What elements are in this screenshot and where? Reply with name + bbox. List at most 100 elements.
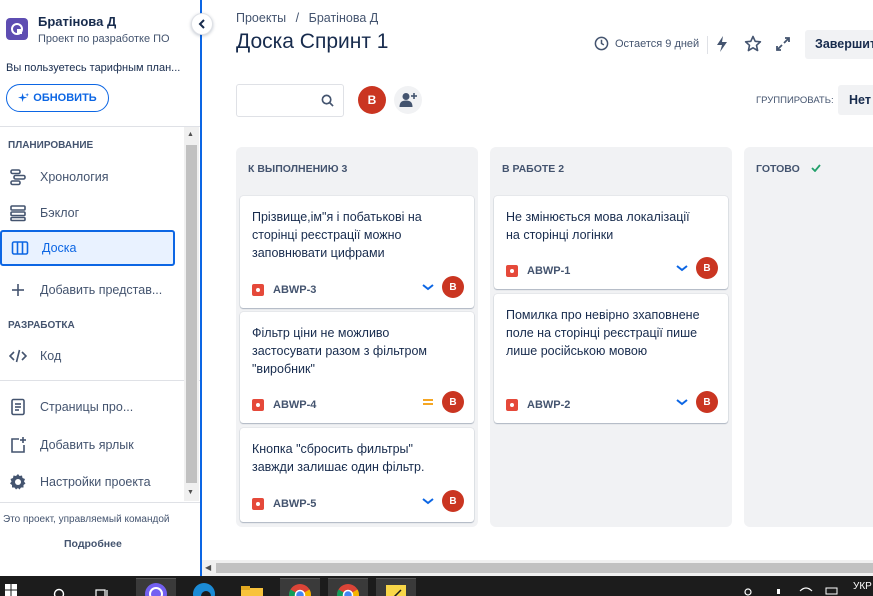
bug-icon bbox=[506, 265, 518, 277]
assignee-avatar[interactable]: В bbox=[696, 257, 718, 279]
priority-low-icon bbox=[676, 264, 688, 272]
board-scroll-thumb[interactable] bbox=[216, 563, 873, 573]
chrome-app-icon[interactable] bbox=[280, 578, 320, 596]
project-subtitle: Проект по разработке ПО bbox=[38, 33, 170, 45]
nav-label: Добавить ярлык bbox=[40, 438, 134, 452]
breadcrumb-project[interactable]: Братінова Д bbox=[309, 11, 379, 25]
priority-low-icon bbox=[422, 497, 434, 505]
divider bbox=[0, 126, 200, 127]
assignee-filter-avatar[interactable]: В bbox=[358, 86, 386, 114]
issue-key[interactable]: ABWP-5 bbox=[273, 498, 316, 510]
star-icon[interactable] bbox=[743, 34, 763, 54]
sidebar-border[interactable] bbox=[200, 0, 202, 576]
nav-label: Хронология bbox=[40, 170, 109, 184]
planning-section-title: ПЛАНИРОВАНИЕ bbox=[8, 140, 94, 151]
fullscreen-icon[interactable] bbox=[773, 34, 793, 54]
group-by-select[interactable]: Нет bbox=[838, 85, 873, 115]
plus-icon bbox=[8, 280, 28, 300]
collapse-sidebar-button[interactable] bbox=[191, 13, 213, 35]
board-icon bbox=[10, 238, 30, 258]
board-horizontal-scrollbar[interactable]: ◀ bbox=[202, 560, 873, 576]
bug-icon bbox=[506, 399, 518, 411]
time-left-label: Остается 9 дней bbox=[615, 37, 700, 50]
os-taskbar: УКР bbox=[0, 576, 873, 596]
sidebar-scrollbar[interactable]: ▲ ▼ bbox=[184, 127, 199, 501]
timeline-icon bbox=[8, 167, 28, 187]
nav-item-add-view[interactable]: Добавить представ... bbox=[0, 273, 175, 307]
issue-card[interactable]: Кнопка "сбросить фильтры" завжди залишає… bbox=[240, 428, 474, 522]
input-language-indicator[interactable]: УКР bbox=[853, 581, 872, 592]
breadcrumb-separator: / bbox=[295, 11, 300, 25]
nav-item-pages[interactable]: Страницы про... bbox=[0, 390, 175, 424]
nav-label: Код bbox=[40, 349, 62, 363]
assignee-avatar[interactable]: В bbox=[442, 490, 464, 512]
bug-icon bbox=[252, 498, 264, 510]
scroll-up-icon[interactable]: ▲ bbox=[187, 131, 194, 138]
project-name: Братінова Д bbox=[38, 14, 117, 29]
issue-summary: Помилка про невірно зхаповнене поле на с… bbox=[506, 308, 700, 358]
wifi-tray-icon[interactable] bbox=[796, 578, 816, 596]
sticky-notes-icon[interactable] bbox=[376, 578, 416, 596]
page-icon bbox=[8, 397, 28, 417]
battery-tray-icon[interactable] bbox=[822, 578, 842, 596]
issue-card[interactable]: Фільтр ціни не можливо застосувати разом… bbox=[240, 312, 474, 423]
nav-item-settings[interactable]: Настройки проекта bbox=[0, 465, 175, 499]
plan-notice: Вы пользуетесь тарифным план... bbox=[6, 62, 181, 74]
project-header[interactable]: Братінова Д Проект по разработке ПО bbox=[6, 14, 170, 45]
edge-app-icon[interactable] bbox=[184, 578, 224, 596]
breadcrumb: Проекты / Братінова Д bbox=[236, 11, 384, 25]
nav-item-timeline[interactable]: Хронология bbox=[0, 160, 175, 194]
scroll-left-icon[interactable]: ◀ bbox=[205, 563, 211, 572]
issue-key[interactable]: ABWP-4 bbox=[273, 399, 316, 411]
taskbar-search-icon[interactable] bbox=[40, 578, 80, 596]
team-managed-note: Это проект, управляемый командой bbox=[3, 514, 170, 525]
issue-key[interactable]: ABWP-2 bbox=[527, 399, 570, 411]
issue-card[interactable]: Не змінюється мова локалізації на сторін… bbox=[494, 196, 728, 289]
task-view-icon[interactable] bbox=[83, 578, 123, 596]
nav-item-backlog[interactable]: Бэклог bbox=[0, 196, 175, 230]
upgrade-button[interactable]: ОБНОВИТЬ bbox=[6, 84, 109, 112]
priority-low-icon bbox=[422, 283, 434, 291]
issue-card[interactable]: Прізвище,ім"я і побатькові на сторінці р… bbox=[240, 196, 474, 308]
file-explorer-icon[interactable] bbox=[232, 578, 272, 596]
automation-icon[interactable] bbox=[712, 34, 732, 54]
backlog-icon bbox=[8, 203, 28, 223]
board-column-in-progress: В РАБОТЕ 2 Не змінюється мова локалізаці… bbox=[490, 147, 732, 527]
nav-label: Доска bbox=[42, 241, 77, 255]
nav-item-add-shortcut[interactable]: Добавить ярлык bbox=[0, 428, 175, 462]
sidebar: Братінова Д Проект по разработке ПО Вы п… bbox=[0, 0, 200, 576]
speaker-tray-icon[interactable] bbox=[772, 578, 792, 596]
viber-app-icon[interactable] bbox=[136, 578, 176, 596]
nav-item-board[interactable]: Доска bbox=[0, 230, 175, 266]
issue-summary: Фільтр ціни не можливо застосувати разом… bbox=[252, 326, 428, 376]
issue-card[interactable]: Помилка про невірно зхаповнене поле на с… bbox=[494, 294, 728, 423]
issue-key[interactable]: ABWP-1 bbox=[527, 265, 570, 277]
nav-label: Настройки проекта bbox=[40, 475, 151, 489]
breadcrumb-projects[interactable]: Проекты bbox=[236, 11, 286, 25]
add-people-button[interactable] bbox=[394, 86, 422, 114]
assignee-avatar[interactable]: В bbox=[442, 276, 464, 298]
column-title-text: ГОТОВО bbox=[756, 163, 800, 175]
assignee-avatar[interactable]: В bbox=[696, 391, 718, 413]
search-input[interactable] bbox=[243, 85, 321, 115]
board-search[interactable] bbox=[236, 84, 344, 117]
sparkle-icon bbox=[18, 92, 30, 102]
scroll-down-icon[interactable]: ▼ bbox=[187, 489, 194, 496]
issue-summary: Не змінюється мова локалізації на сторін… bbox=[506, 210, 690, 242]
chevron-left-icon bbox=[198, 19, 205, 29]
nav-item-code[interactable]: Код bbox=[0, 339, 175, 373]
learn-more-link[interactable]: Подробнее bbox=[64, 538, 122, 550]
bug-icon bbox=[252, 284, 264, 296]
sprint-time-remaining: Остается 9 дней bbox=[594, 36, 699, 51]
development-section-title: РАЗРАБОТКА bbox=[8, 320, 75, 331]
column-title: К ВЫПОЛНЕНИЮ 3 bbox=[248, 163, 348, 175]
assignee-avatar[interactable]: В bbox=[442, 391, 464, 413]
chrome-app-icon-2[interactable] bbox=[328, 578, 368, 596]
divider bbox=[0, 380, 200, 381]
sidebar-scroll-thumb[interactable] bbox=[186, 145, 197, 483]
issue-key[interactable]: ABWP-3 bbox=[273, 284, 316, 296]
network-tray-icon[interactable] bbox=[738, 578, 758, 596]
column-title: ГОТОВО bbox=[756, 163, 821, 175]
windows-start-icon[interactable] bbox=[0, 578, 22, 596]
complete-sprint-button[interactable]: Завершит bbox=[805, 30, 873, 59]
